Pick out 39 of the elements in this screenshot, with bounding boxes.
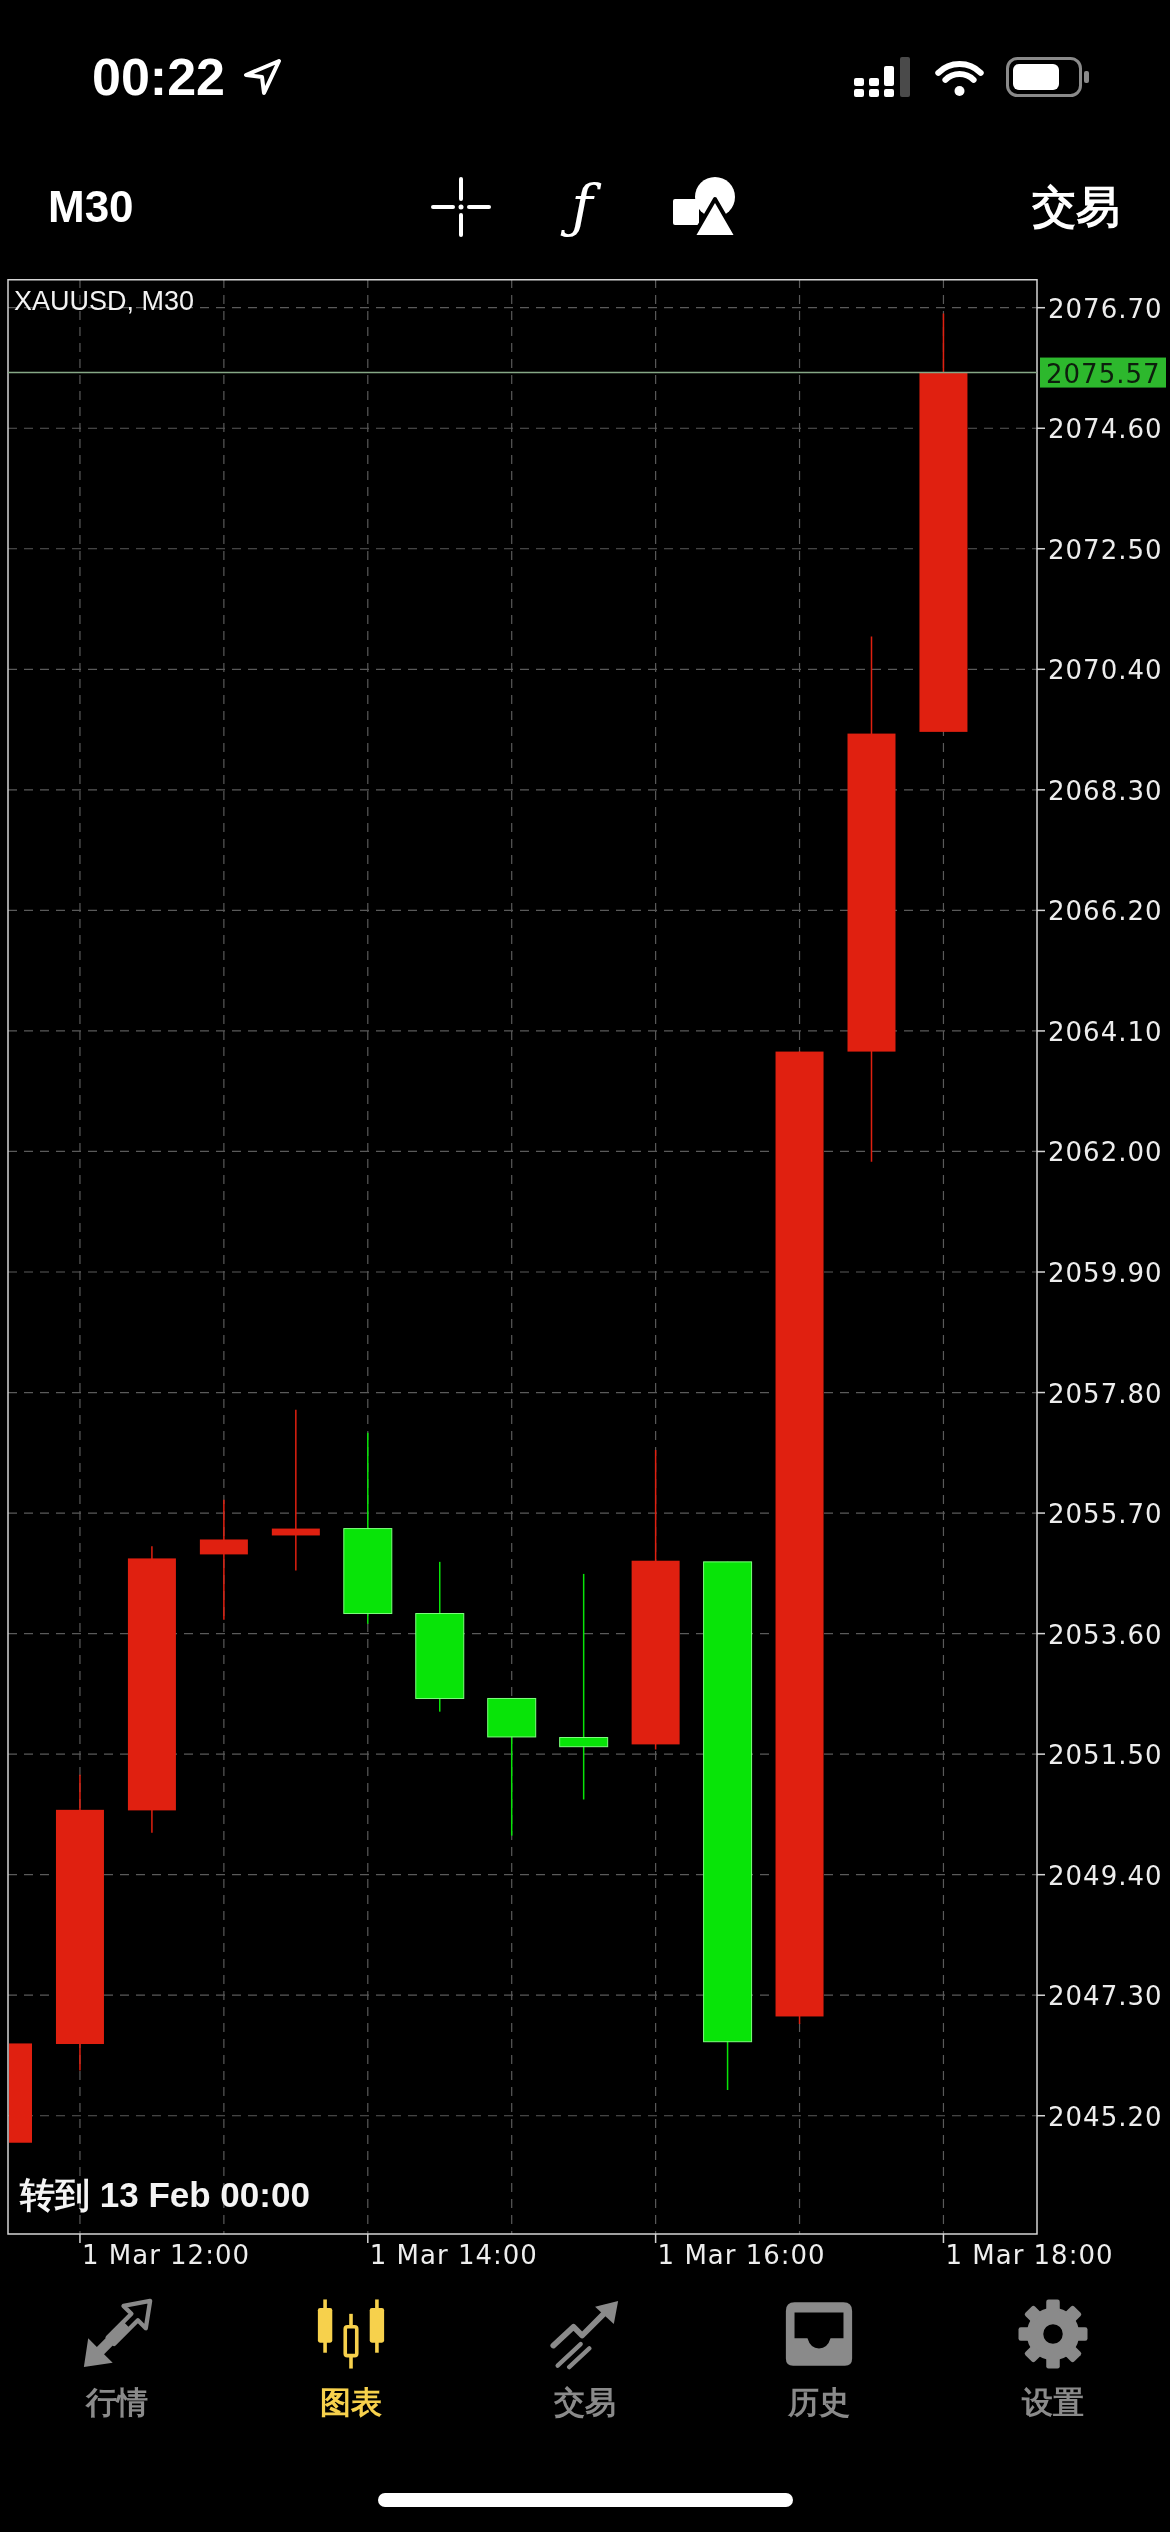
price-axis-label: 2055.70 xyxy=(1048,1499,1163,1530)
time-axis-label: 1 Mar 18:00 xyxy=(945,2240,1114,2270)
chart-title: XAUUSD, M30 xyxy=(14,286,195,316)
settings-icon xyxy=(1015,2298,1091,2370)
price-axis-label: 2062.00 xyxy=(1048,1137,1163,1168)
tab-item[interactable]: 行情 xyxy=(79,2298,155,2422)
price-axis-label: 2070.40 xyxy=(1048,655,1163,686)
location-arrow-icon xyxy=(243,58,282,96)
tab-item[interactable]: 交易 xyxy=(547,2298,623,2422)
tab-item[interactable]: 设置 xyxy=(1015,2298,1091,2422)
tab-item[interactable]: 图表 xyxy=(313,2298,389,2422)
goto-date-button[interactable]: 转到 13 Feb 00:00 xyxy=(20,2174,310,2216)
battery-icon xyxy=(1006,57,1090,97)
price-axis-label: 2068.30 xyxy=(1048,775,1163,806)
price-axis-label: 2053.60 xyxy=(1048,1619,1163,1650)
timeframe-button[interactable]: M30 xyxy=(48,182,134,232)
current-price-tag: 2075.57 xyxy=(1040,357,1166,389)
price-axis-label: 2074.60 xyxy=(1048,414,1163,445)
status-time: 00:22 xyxy=(92,51,225,103)
shapes-icon[interactable] xyxy=(672,177,737,237)
price-axis-label: 2051.50 xyxy=(1048,1740,1163,1771)
price-axis-label: 2076.70 xyxy=(1048,293,1163,324)
function-button[interactable]: ƒ xyxy=(561,166,603,248)
wifi-icon xyxy=(933,58,986,96)
trade-button[interactable]: 交易 xyxy=(1032,182,1120,232)
price-axis-label: 2049.40 xyxy=(1048,1860,1163,1891)
price-axis-label: 2059.90 xyxy=(1048,1258,1163,1288)
tab-item[interactable]: 历史 xyxy=(781,2298,857,2422)
signal-icon xyxy=(854,57,913,97)
price-axis-label: 2057.80 xyxy=(1048,1378,1163,1409)
price-axis-label: 2045.20 xyxy=(1048,2101,1163,2132)
price-axis-label: 2066.20 xyxy=(1048,896,1163,927)
price-axis-label: 2072.50 xyxy=(1048,534,1163,565)
crosshair-icon[interactable] xyxy=(431,177,492,237)
time-axis-label: 1 Mar 16:00 xyxy=(657,2240,826,2270)
price-axis-label: 2064.10 xyxy=(1048,1016,1163,1047)
time-axis-label: 1 Mar 12:00 xyxy=(81,2240,250,2270)
price-axis-label: 2047.30 xyxy=(1048,1981,1163,2012)
time-axis-label: 1 Mar 14:00 xyxy=(369,2240,538,2270)
